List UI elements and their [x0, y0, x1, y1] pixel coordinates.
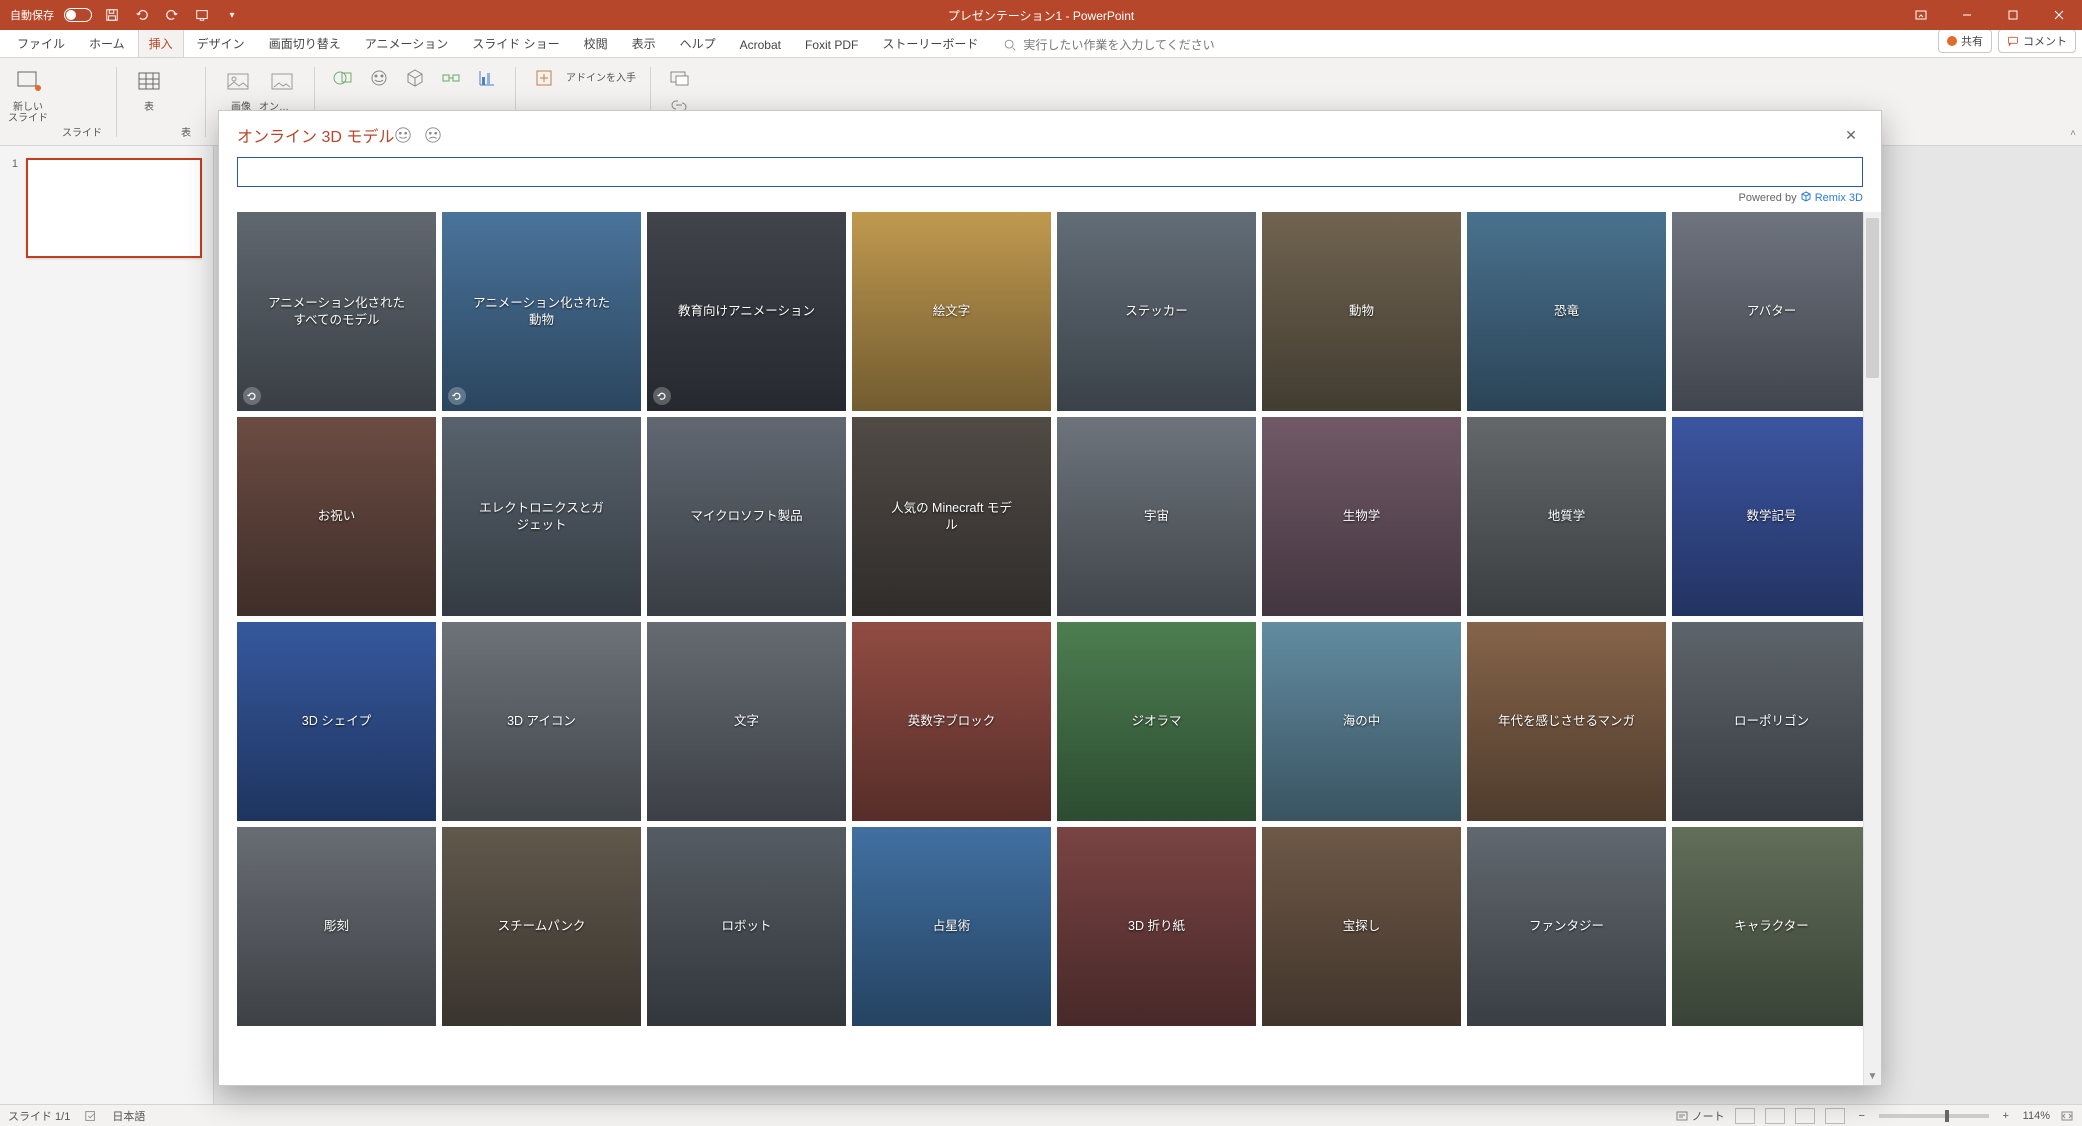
- animated-badge-icon: [653, 387, 671, 405]
- category-tile[interactable]: 恐竜: [1467, 212, 1666, 411]
- online-3d-models-dialog-mask: オンライン 3D モデル ✕ Powered by Remix 3D アニメーシ…: [0, 0, 2082, 1126]
- category-label: ロボット: [721, 918, 771, 934]
- category-label: 教育向けアニメーション: [678, 303, 815, 319]
- category-tile[interactable]: 動物: [1262, 212, 1461, 411]
- category-tile[interactable]: ステッカー: [1057, 212, 1256, 411]
- online-3d-models-dialog: オンライン 3D モデル ✕ Powered by Remix 3D アニメーシ…: [218, 110, 1882, 1086]
- category-tile[interactable]: 海の中: [1262, 622, 1461, 821]
- remix3d-icon: [1800, 191, 1812, 203]
- category-label: スチームパンク: [498, 918, 586, 934]
- category-label: 地質学: [1548, 508, 1586, 524]
- category-tile[interactable]: 地質学: [1467, 417, 1666, 616]
- category-label: お祝い: [318, 508, 356, 524]
- category-tile[interactable]: 人気の Minecraft モデ ル: [852, 417, 1051, 616]
- category-tile[interactable]: 3D アイコン: [442, 622, 641, 821]
- category-label: 生物学: [1343, 508, 1381, 524]
- category-tile[interactable]: 絵文字: [852, 212, 1051, 411]
- category-label: 絵文字: [933, 303, 971, 319]
- dialog-scrollbar[interactable]: ▲ ▼: [1863, 212, 1881, 1085]
- category-label: 海の中: [1343, 713, 1381, 729]
- category-tile[interactable]: 彫刻: [237, 827, 436, 1026]
- scroll-down-button[interactable]: ▼: [1864, 1067, 1881, 1085]
- category-tile[interactable]: アニメーション化された 動物: [442, 212, 641, 411]
- category-label: 英数字ブロック: [908, 713, 996, 729]
- category-tile[interactable]: 文字: [647, 622, 846, 821]
- category-tile[interactable]: アニメーション化された すべてのモデル: [237, 212, 436, 411]
- category-tile[interactable]: エレクトロニクスとガ ジェット: [442, 417, 641, 616]
- category-label: 年代を感じさせるマンガ: [1498, 713, 1635, 729]
- category-label: 文字: [734, 713, 759, 729]
- category-label: 宇宙: [1144, 508, 1169, 524]
- category-tile[interactable]: 3D 折り紙: [1057, 827, 1256, 1026]
- category-tile[interactable]: 占星術: [852, 827, 1051, 1026]
- category-label: 恐竜: [1554, 303, 1579, 319]
- category-label: 彫刻: [324, 918, 349, 934]
- powered-by-prefix: Powered by: [1738, 192, 1799, 204]
- category-label: ローポリゴン: [1734, 713, 1809, 729]
- category-tile[interactable]: 生物学: [1262, 417, 1461, 616]
- category-label: 3D 折り紙: [1128, 918, 1185, 934]
- category-tile[interactable]: 宇宙: [1057, 417, 1256, 616]
- category-tile[interactable]: ロボット: [647, 827, 846, 1026]
- category-tile[interactable]: キャラクター: [1672, 827, 1871, 1026]
- category-tile[interactable]: 3D シェイプ: [237, 622, 436, 821]
- dialog-close-button[interactable]: ✕: [1839, 123, 1863, 147]
- category-tile[interactable]: 宝探し: [1262, 827, 1461, 1026]
- category-label: アバター: [1747, 303, 1797, 319]
- dialog-title: オンライン 3D モデル: [237, 123, 394, 147]
- category-tile[interactable]: スチームパンク: [442, 827, 641, 1026]
- category-label: ステッカー: [1125, 303, 1188, 319]
- category-label: アニメーション化された 動物: [473, 295, 610, 328]
- dialog-search-input[interactable]: [237, 157, 1863, 187]
- category-label: 人気の Minecraft モデ ル: [891, 500, 1012, 533]
- scroll-thumb[interactable]: [1866, 218, 1879, 378]
- powered-by-line: Powered by Remix 3D: [219, 189, 1881, 212]
- category-tile[interactable]: 英数字ブロック: [852, 622, 1051, 821]
- category-tile[interactable]: アバター: [1672, 212, 1871, 411]
- category-tile[interactable]: 数学記号: [1672, 417, 1871, 616]
- category-label: 占星術: [933, 918, 971, 934]
- category-tile[interactable]: ファンタジー: [1467, 827, 1666, 1026]
- category-tile[interactable]: 年代を感じさせるマンガ: [1467, 622, 1666, 821]
- category-label: ジオラマ: [1131, 713, 1181, 729]
- category-label: キャラクター: [1734, 918, 1809, 934]
- category-label: アニメーション化された すべてのモデル: [268, 295, 405, 328]
- category-grid: アニメーション化された すべてのモデル アニメーション化された 動物 教育向けアニメ…: [237, 212, 1871, 1026]
- category-label: 3D アイコン: [507, 713, 576, 729]
- animated-badge-icon: [448, 387, 466, 405]
- powered-by-service: Remix 3D: [1815, 192, 1863, 204]
- category-label: エレクトロニクスとガ ジェット: [479, 500, 604, 533]
- category-label: 宝探し: [1343, 918, 1381, 934]
- category-tile[interactable]: ローポリゴン: [1672, 622, 1871, 821]
- category-tile[interactable]: お祝い: [237, 417, 436, 616]
- category-label: ファンタジー: [1529, 918, 1604, 934]
- category-label: マイクロソフト製品: [690, 508, 802, 524]
- category-label: 動物: [1349, 303, 1374, 319]
- category-label: 3D シェイプ: [302, 713, 371, 729]
- feedback-smile-icon[interactable]: [394, 126, 412, 144]
- animated-badge-icon: [243, 387, 261, 405]
- feedback-frown-icon[interactable]: [424, 126, 442, 144]
- category-tile[interactable]: 教育向けアニメーション: [647, 212, 846, 411]
- category-tile[interactable]: ジオラマ: [1057, 622, 1256, 821]
- category-tile[interactable]: マイクロソフト製品: [647, 417, 846, 616]
- category-label: 数学記号: [1746, 508, 1796, 524]
